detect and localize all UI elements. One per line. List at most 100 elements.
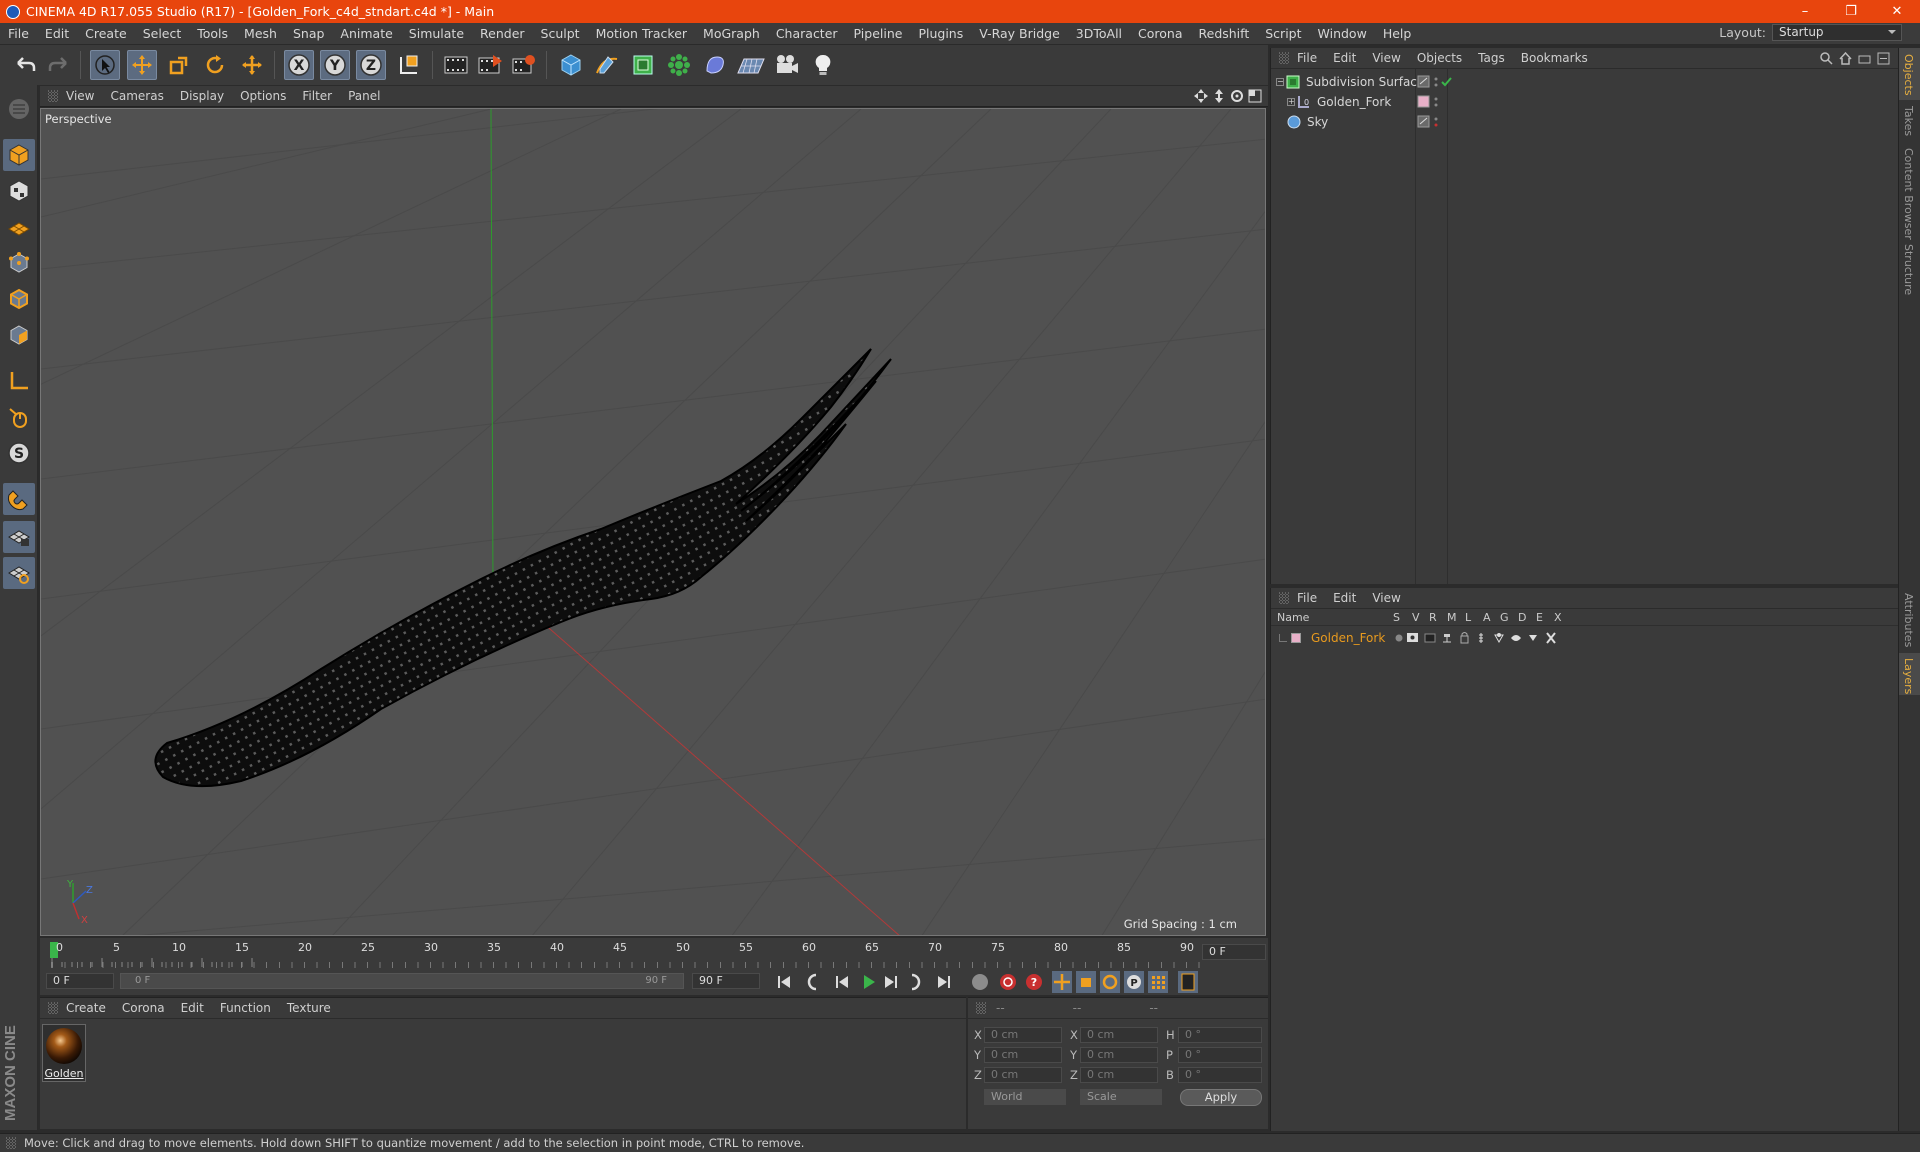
material-menu-corona[interactable]: Corona [114, 1001, 173, 1015]
size-z-field[interactable]: 0 cm [1080, 1067, 1158, 1083]
maximize-button[interactable]: ❐ [1828, 0, 1874, 23]
menu-mograph[interactable]: MoGraph [695, 26, 768, 41]
size-x-field[interactable]: 0 cm [1080, 1027, 1158, 1043]
layer-color-swatch[interactable] [1291, 632, 1301, 643]
material-swatch[interactable]: Golden [42, 1024, 86, 1082]
menu-create[interactable]: Create [77, 26, 135, 41]
menu-sculpt[interactable]: Sculpt [533, 26, 588, 41]
rotate-view-icon[interactable] [1230, 89, 1244, 103]
panel-grip-icon[interactable] [1279, 52, 1289, 64]
object-row-sky[interactable]: Sky [1271, 112, 1899, 131]
menu-simulate[interactable]: Simulate [401, 26, 472, 41]
next-key-icon[interactable] [911, 973, 921, 991]
material-menu-texture[interactable]: Texture [279, 1001, 339, 1015]
material-menu-create[interactable]: Create [58, 1001, 114, 1015]
menu-help[interactable]: Help [1375, 26, 1420, 41]
column-generators[interactable]: G [1500, 611, 1509, 624]
menu-redshift[interactable]: Redshift [1191, 26, 1258, 41]
column-name[interactable]: Name [1277, 611, 1309, 624]
deformer-icon[interactable] [700, 50, 730, 80]
menu-pipeline[interactable]: Pipeline [846, 26, 911, 41]
current-frame-field[interactable]: 0 F [1202, 944, 1266, 960]
menu-tools[interactable]: Tools [189, 26, 236, 41]
pos-z-field[interactable]: 0 cm [984, 1067, 1062, 1083]
workplane-lock-icon[interactable] [3, 521, 35, 553]
tab-structure[interactable]: Structure [1902, 244, 1915, 295]
live-selection-icon[interactable] [90, 50, 120, 80]
key-parameter-icon[interactable]: P [1124, 971, 1144, 993]
y-axis-lock-icon[interactable]: Y [320, 50, 350, 80]
coordinate-system-icon[interactable] [394, 50, 424, 80]
object-row-subdivision-surface[interactable]: − Subdivision Surface [1271, 72, 1899, 91]
tab-layers[interactable]: Layers [1902, 658, 1915, 694]
column-solo[interactable]: S [1393, 611, 1400, 624]
pos-x-field[interactable]: 0 cm [984, 1027, 1062, 1043]
x-axis-lock-icon[interactable]: X [284, 50, 314, 80]
search-icon[interactable] [1820, 52, 1833, 65]
viewport-menu-cameras[interactable]: Cameras [102, 89, 171, 103]
object-menu-bookmarks[interactable]: Bookmarks [1513, 51, 1596, 65]
object-menu-objects[interactable]: Objects [1409, 51, 1470, 65]
start-frame-field[interactable]: 0 F [46, 973, 114, 989]
previous-key-icon[interactable] [807, 973, 817, 991]
timeline-ruler[interactable]: 0 5 10 15 20 25 30 35 40 45 50 55 60 65 … [40, 938, 1268, 968]
key-rotation-icon[interactable] [1100, 971, 1120, 993]
pos-y-field[interactable]: 0 cm [984, 1047, 1062, 1063]
home-icon[interactable] [1839, 52, 1852, 65]
object-layer-tag[interactable] [1417, 95, 1457, 109]
menu-character[interactable]: Character [768, 26, 846, 41]
layer-menu-file[interactable]: File [1289, 591, 1325, 605]
collapse-toggle-icon[interactable]: − [1276, 77, 1284, 86]
go-to-start-icon[interactable] [778, 976, 790, 988]
panel-grip-icon[interactable] [48, 90, 58, 102]
menu-vray-bridge[interactable]: V-Ray Bridge [971, 26, 1068, 41]
tweak-mode-icon[interactable] [3, 401, 35, 433]
panel-grip-icon[interactable] [1279, 592, 1289, 604]
undo-icon[interactable] [10, 50, 40, 80]
menu-motion-tracker[interactable]: Motion Tracker [588, 26, 695, 41]
subdivision-surface-icon[interactable] [628, 50, 658, 80]
object-menu-tags[interactable]: Tags [1470, 51, 1513, 65]
material-menu-function[interactable]: Function [212, 1001, 279, 1015]
object-visibility-toggles[interactable] [1417, 115, 1457, 129]
key-scale-icon[interactable] [1076, 971, 1096, 993]
rot-b-field[interactable]: 0 ° [1178, 1067, 1262, 1083]
axis-mode-icon[interactable] [3, 365, 35, 397]
tab-attributes[interactable]: Attributes [1902, 593, 1915, 647]
zoom-view-icon[interactable] [1212, 89, 1226, 103]
column-render[interactable]: R [1429, 611, 1437, 624]
menu-select[interactable]: Select [135, 26, 190, 41]
minimize-button[interactable]: – [1782, 0, 1828, 23]
layer-row-golden-fork[interactable]: Golden_Fork [1271, 628, 1899, 647]
object-name[interactable]: Sky [1307, 115, 1328, 129]
object-visibility-toggles[interactable] [1417, 75, 1457, 89]
menu-file[interactable]: File [0, 26, 37, 41]
menu-window[interactable]: Window [1310, 26, 1375, 41]
menu-3dtoall[interactable]: 3DToAll [1068, 26, 1130, 41]
material-menu-edit[interactable]: Edit [173, 1001, 212, 1015]
scale-tool-icon[interactable] [164, 50, 194, 80]
move-tool-icon[interactable] [127, 50, 157, 80]
previous-frame-icon[interactable] [836, 976, 848, 988]
polygons-mode-icon[interactable] [3, 319, 35, 351]
perspective-viewport[interactable]: Perspective Grid Spacing : 1 cm Y Z X [40, 108, 1266, 936]
points-mode-icon[interactable] [3, 247, 35, 279]
keyframe-selection-icon[interactable]: ? [1026, 974, 1042, 990]
workplane-mode-icon[interactable] [3, 211, 35, 243]
transform-tool-icon[interactable] [237, 50, 267, 80]
column-manager[interactable]: M [1447, 611, 1457, 624]
viewport-menu-display[interactable]: Display [172, 89, 232, 103]
layer-menu-edit[interactable]: Edit [1325, 591, 1364, 605]
collapse-icon[interactable] [1877, 52, 1890, 65]
coordinate-space-dropdown[interactable]: World [984, 1089, 1066, 1105]
object-menu-view[interactable]: View [1364, 51, 1408, 65]
coordinate-mode-dropdown[interactable]: Scale [1080, 1089, 1162, 1105]
autokey-icon[interactable] [1000, 974, 1016, 990]
panel-grip-icon[interactable] [48, 1002, 58, 1014]
workplane-grid-icon[interactable] [3, 557, 35, 589]
menu-snap[interactable]: Snap [285, 26, 332, 41]
layout-dropdown[interactable]: Startup [1772, 24, 1902, 41]
rot-h-field[interactable]: 0 ° [1178, 1027, 1262, 1043]
go-to-end-icon[interactable] [938, 976, 950, 988]
column-animation[interactable]: A [1483, 611, 1491, 624]
